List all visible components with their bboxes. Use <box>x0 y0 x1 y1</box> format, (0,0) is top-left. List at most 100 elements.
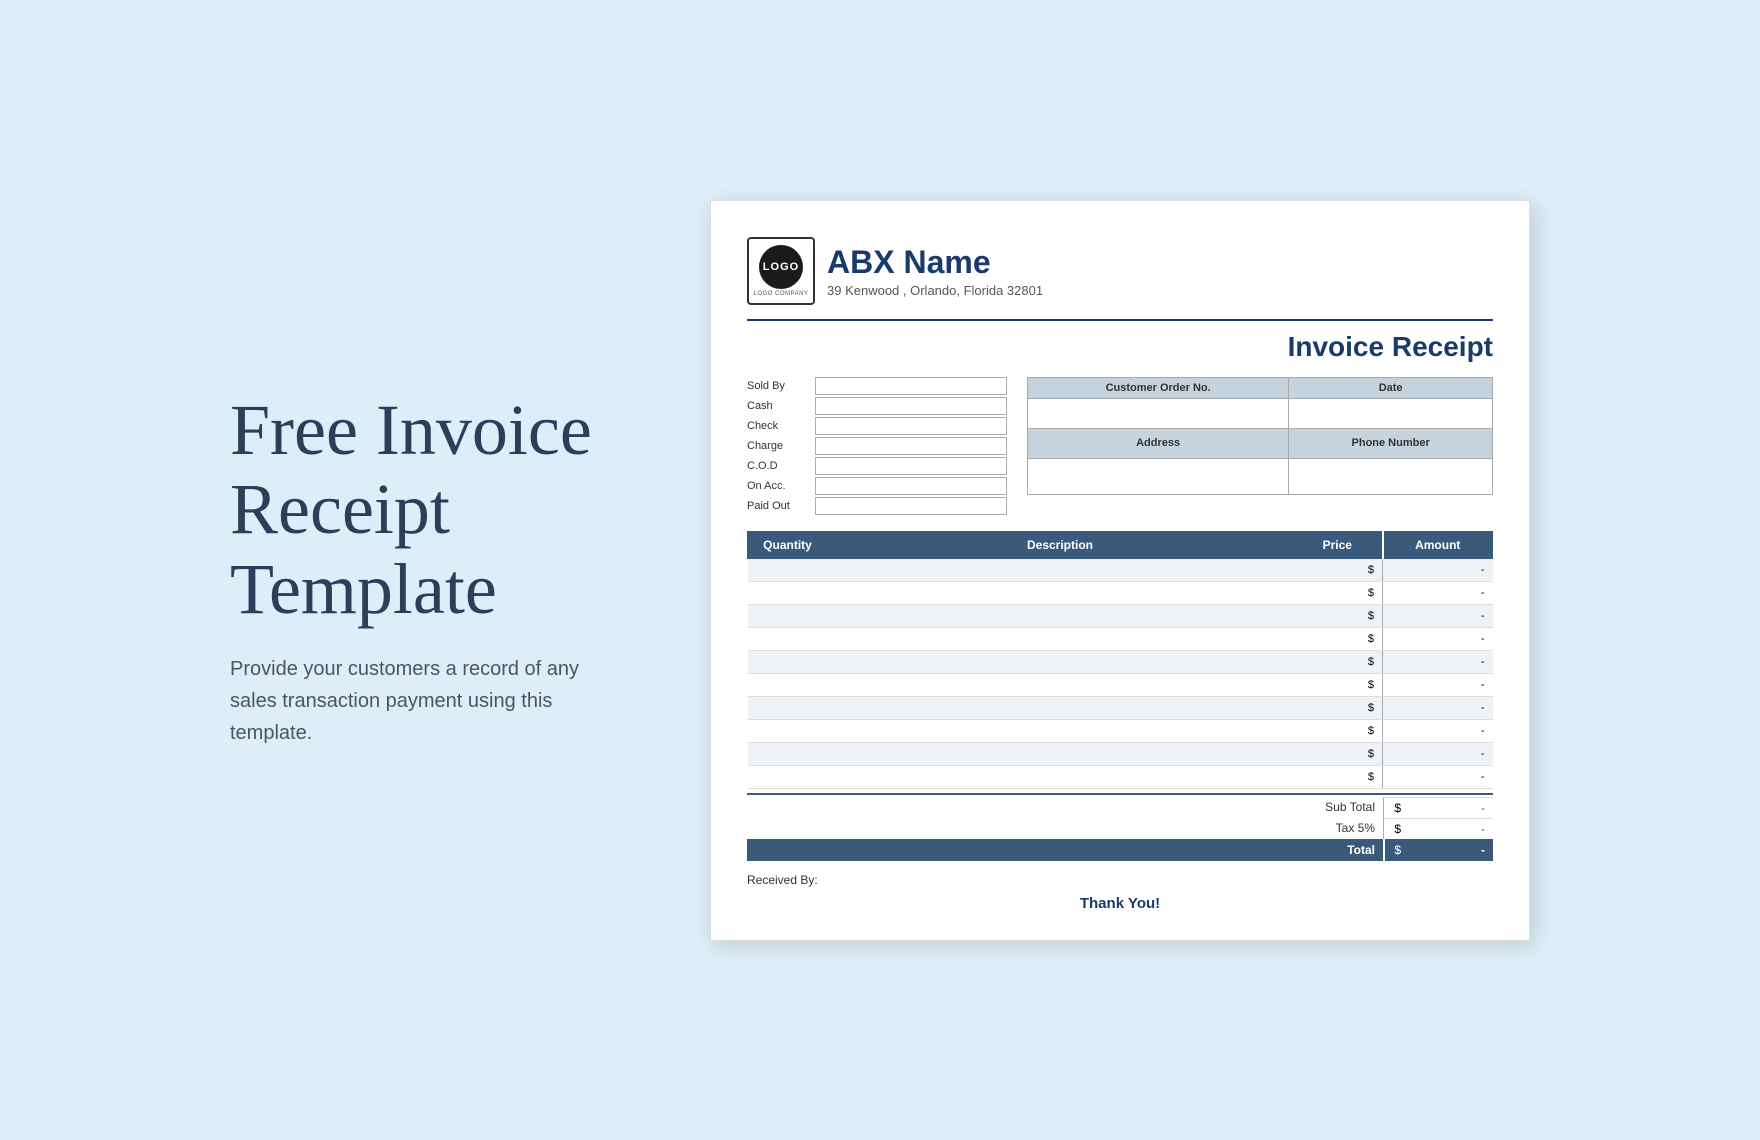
qty-cell[interactable] <box>748 696 828 719</box>
sold-by-row-4: Charge <box>747 437 1007 455</box>
qty-cell[interactable] <box>748 604 828 627</box>
sold-by-row-3: Check <box>747 417 1007 435</box>
amount-cell[interactable]: - <box>1383 742 1493 765</box>
address-value[interactable] <box>1028 458 1289 494</box>
charge-label: Charge <box>747 440 815 452</box>
customer-order-value[interactable] <box>1028 398 1289 428</box>
desc-cell[interactable] <box>828 719 1293 742</box>
desc-cell[interactable] <box>828 627 1293 650</box>
table-row: $ - <box>748 558 1493 581</box>
company-info: ABX Name 39 Kenwood , Orlando, Florida 3… <box>827 244 1043 298</box>
cod-label: C.O.D <box>747 460 815 472</box>
amount-cell[interactable]: - <box>1383 673 1493 696</box>
desc-cell[interactable] <box>828 558 1293 581</box>
table-row: $ - <box>748 673 1493 696</box>
table-row: $ - <box>748 604 1493 627</box>
total-dollar: $ <box>1383 839 1403 861</box>
logo-text: LOGO <box>763 261 799 273</box>
amount-header: Amount <box>1383 531 1493 558</box>
price-cell[interactable]: $ <box>1293 696 1383 719</box>
sold-by-label: Sold By <box>747 380 815 392</box>
price-cell[interactable]: $ <box>1293 650 1383 673</box>
qty-cell[interactable] <box>748 673 828 696</box>
desc-cell[interactable] <box>828 650 1293 673</box>
page-description: Provide your customers a record of any s… <box>230 653 590 749</box>
amount-cell[interactable]: - <box>1383 650 1493 673</box>
table-row: $ - <box>748 719 1493 742</box>
price-cell[interactable]: $ <box>1293 765 1383 788</box>
tax-dollar: $ <box>1383 818 1403 839</box>
amount-cell[interactable]: - <box>1383 627 1493 650</box>
tax-label: Tax 5% <box>1263 818 1383 839</box>
table-row: $ - <box>748 696 1493 719</box>
qty-cell[interactable] <box>748 650 828 673</box>
qty-cell[interactable] <box>748 581 828 604</box>
page-title: Free Invoice Receipt Template <box>230 391 650 629</box>
price-cell[interactable]: $ <box>1293 627 1383 650</box>
cod-field[interactable] <box>815 457 1007 475</box>
qty-cell[interactable] <box>748 558 828 581</box>
thank-you: Thank You! <box>747 895 1493 912</box>
amount-cell[interactable]: - <box>1383 765 1493 788</box>
price-cell[interactable]: $ <box>1293 719 1383 742</box>
desc-cell[interactable] <box>828 696 1293 719</box>
paidout-field[interactable] <box>815 497 1007 515</box>
desc-cell[interactable] <box>828 765 1293 788</box>
qty-cell[interactable] <box>748 765 828 788</box>
price-cell[interactable]: $ <box>1293 558 1383 581</box>
sold-by-section: Sold By Cash Check Charge C.O.D <box>747 377 1007 517</box>
subtotal-row: Sub Total $ - <box>747 797 1493 818</box>
header-divider <box>747 319 1493 321</box>
total-value: - <box>1403 839 1493 861</box>
logo-box: LOGO LOGO COMPANY <box>747 237 815 305</box>
order-section: Customer Order No. Date Address Phone Nu… <box>1027 377 1493 495</box>
logo-area: LOGO LOGO COMPANY ABX Name 39 Kenwood , … <box>747 237 1043 305</box>
footer-section: Received By: Thank You! <box>747 873 1493 912</box>
quantity-header: Quantity <box>748 531 828 558</box>
phone-value[interactable] <box>1289 458 1493 494</box>
logo-circle: LOGO <box>759 245 803 289</box>
sold-by-row-7: Paid Out <box>747 497 1007 515</box>
qty-cell[interactable] <box>748 742 828 765</box>
address-header: Address <box>1028 428 1289 458</box>
amount-cell[interactable]: - <box>1383 719 1493 742</box>
price-cell[interactable]: $ <box>1293 742 1383 765</box>
date-value[interactable] <box>1289 398 1493 428</box>
customer-order-header: Customer Order No. <box>1028 377 1289 398</box>
price-cell[interactable]: $ <box>1293 673 1383 696</box>
amount-cell[interactable]: - <box>1383 558 1493 581</box>
table-row: $ - <box>748 742 1493 765</box>
date-header: Date <box>1289 377 1493 398</box>
desc-cell[interactable] <box>828 673 1293 696</box>
price-cell[interactable]: $ <box>1293 604 1383 627</box>
onacc-label: On Acc. <box>747 480 815 492</box>
sold-by-row-5: C.O.D <box>747 457 1007 475</box>
amount-cell[interactable]: - <box>1383 696 1493 719</box>
desc-cell[interactable] <box>828 581 1293 604</box>
desc-cell[interactable] <box>828 604 1293 627</box>
subtotal-label: Sub Total <box>1263 797 1383 818</box>
table-row: $ - <box>748 650 1493 673</box>
items-separator <box>747 793 1493 795</box>
tax-value: - <box>1403 818 1493 839</box>
page-wrapper: Free Invoice Receipt Template Provide yo… <box>0 0 1760 1140</box>
qty-cell[interactable] <box>748 627 828 650</box>
sold-by-field[interactable] <box>815 377 1007 395</box>
qty-cell[interactable] <box>748 719 828 742</box>
cash-field[interactable] <box>815 397 1007 415</box>
order-grid: Customer Order No. Date Address Phone Nu… <box>1027 377 1493 495</box>
sold-by-row-2: Cash <box>747 397 1007 415</box>
desc-cell[interactable] <box>828 742 1293 765</box>
left-panel: Free Invoice Receipt Template Provide yo… <box>230 391 650 749</box>
received-by: Received By: <box>747 873 1493 887</box>
price-header: Price <box>1293 531 1383 558</box>
check-field[interactable] <box>815 417 1007 435</box>
charge-field[interactable] <box>815 437 1007 455</box>
onacc-field[interactable] <box>815 477 1007 495</box>
amount-cell[interactable]: - <box>1383 581 1493 604</box>
table-row: $ - <box>748 627 1493 650</box>
total-final-row: Total $ - <box>747 839 1493 861</box>
subtotal-dollar: $ <box>1383 797 1403 818</box>
price-cell[interactable]: $ <box>1293 581 1383 604</box>
amount-cell[interactable]: - <box>1383 604 1493 627</box>
